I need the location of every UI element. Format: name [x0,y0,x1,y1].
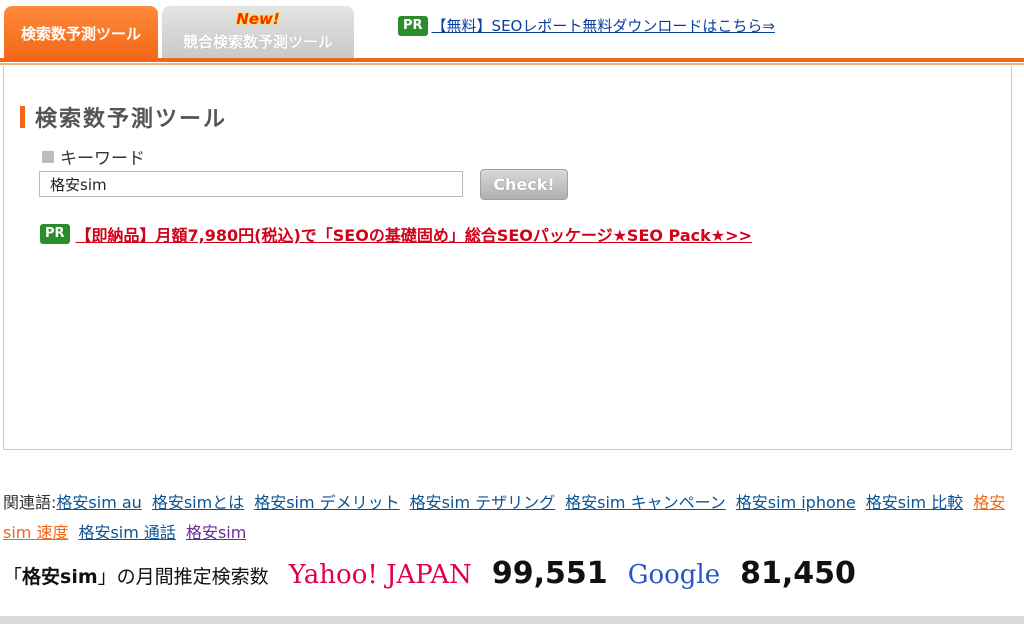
keyword-label-text: キーワード [60,149,145,169]
keyword-input[interactable] [39,171,463,197]
square-icon [42,150,54,163]
related-link[interactable]: 格安sim 通話 [78,523,175,542]
related-link[interactable]: 格安sim iphone [736,493,856,512]
related-link[interactable]: 格安simとは [152,493,244,512]
google-logo: Google [627,560,721,590]
section-divider [0,616,1024,624]
related-link[interactable]: 格安sim [186,523,246,542]
yahoo-japan-logo: Yahoo! JAPAN [288,560,472,590]
tab-underline [0,58,1024,62]
tool-panel: 検索数予測ツール キーワード Check! PR 【即納品】月額7,980円(税… [3,66,1012,450]
panel-heading: 検索数予測ツール [20,101,227,133]
top-ad: PR 【無料】SEOレポート無料ダウンロードはこちら⇒ [398,15,775,36]
related-link[interactable]: 格安sim キャンペーン [565,493,726,512]
pr-badge: PR [398,15,428,36]
tab-label: 検索数予測ツール [20,24,141,43]
pr-badge: PR [40,224,70,244]
heading-accent-bar [20,106,25,128]
seo-pack-link[interactable]: 【即納品】月額7,980円(税込)で「SEOの基礎固め」総合SEOパッケージ★S… [76,222,752,246]
caption-close: 」の月間推定検索数 [97,566,269,588]
related-link[interactable]: 格安sim 比較 [866,493,963,512]
new-badge: New! [236,10,280,28]
google-volume: 81,450 [740,556,856,591]
related-link[interactable]: 格安sim デメリット [254,493,399,512]
free-report-link[interactable]: 【無料】SEOレポート無料ダウンロードはこちら⇒ [432,15,775,36]
tab-underline-light [0,63,1024,65]
page-title: 検索数予測ツール [35,107,228,132]
result-caption: 「格安sim」の月間推定検索数 [3,562,269,589]
related-link[interactable]: 格安sim au [56,493,141,512]
caption-open: 「 [3,566,23,588]
tab-label: 競合検索数予測ツール [182,33,333,51]
search-volume-result: 「格安sim」の月間推定検索数 Yahoo! JAPAN 99,551 Goog… [3,556,856,591]
check-button[interactable]: Check! [480,169,568,200]
yahoo-volume: 99,551 [491,556,608,591]
keyword-label: キーワード [42,144,145,169]
related-label: 関連語: [3,493,57,512]
tab-search-volume-tool[interactable]: 検索数予測ツール [4,6,158,60]
related-link[interactable]: 格安sim テザリング [410,493,555,512]
caption-keyword: 格安sim [22,566,98,588]
related-keywords: 関連語:格安sim au 格安simとは 格安sim デメリット 格安sim テザリン… [3,488,1018,548]
tab-competitor-search-volume-tool[interactable]: New! 競合検索数予測ツール [162,6,354,58]
seo-pack-ad: PR 【即納品】月額7,980円(税込)で「SEOの基礎固め」総合SEOパッケー… [40,222,752,246]
